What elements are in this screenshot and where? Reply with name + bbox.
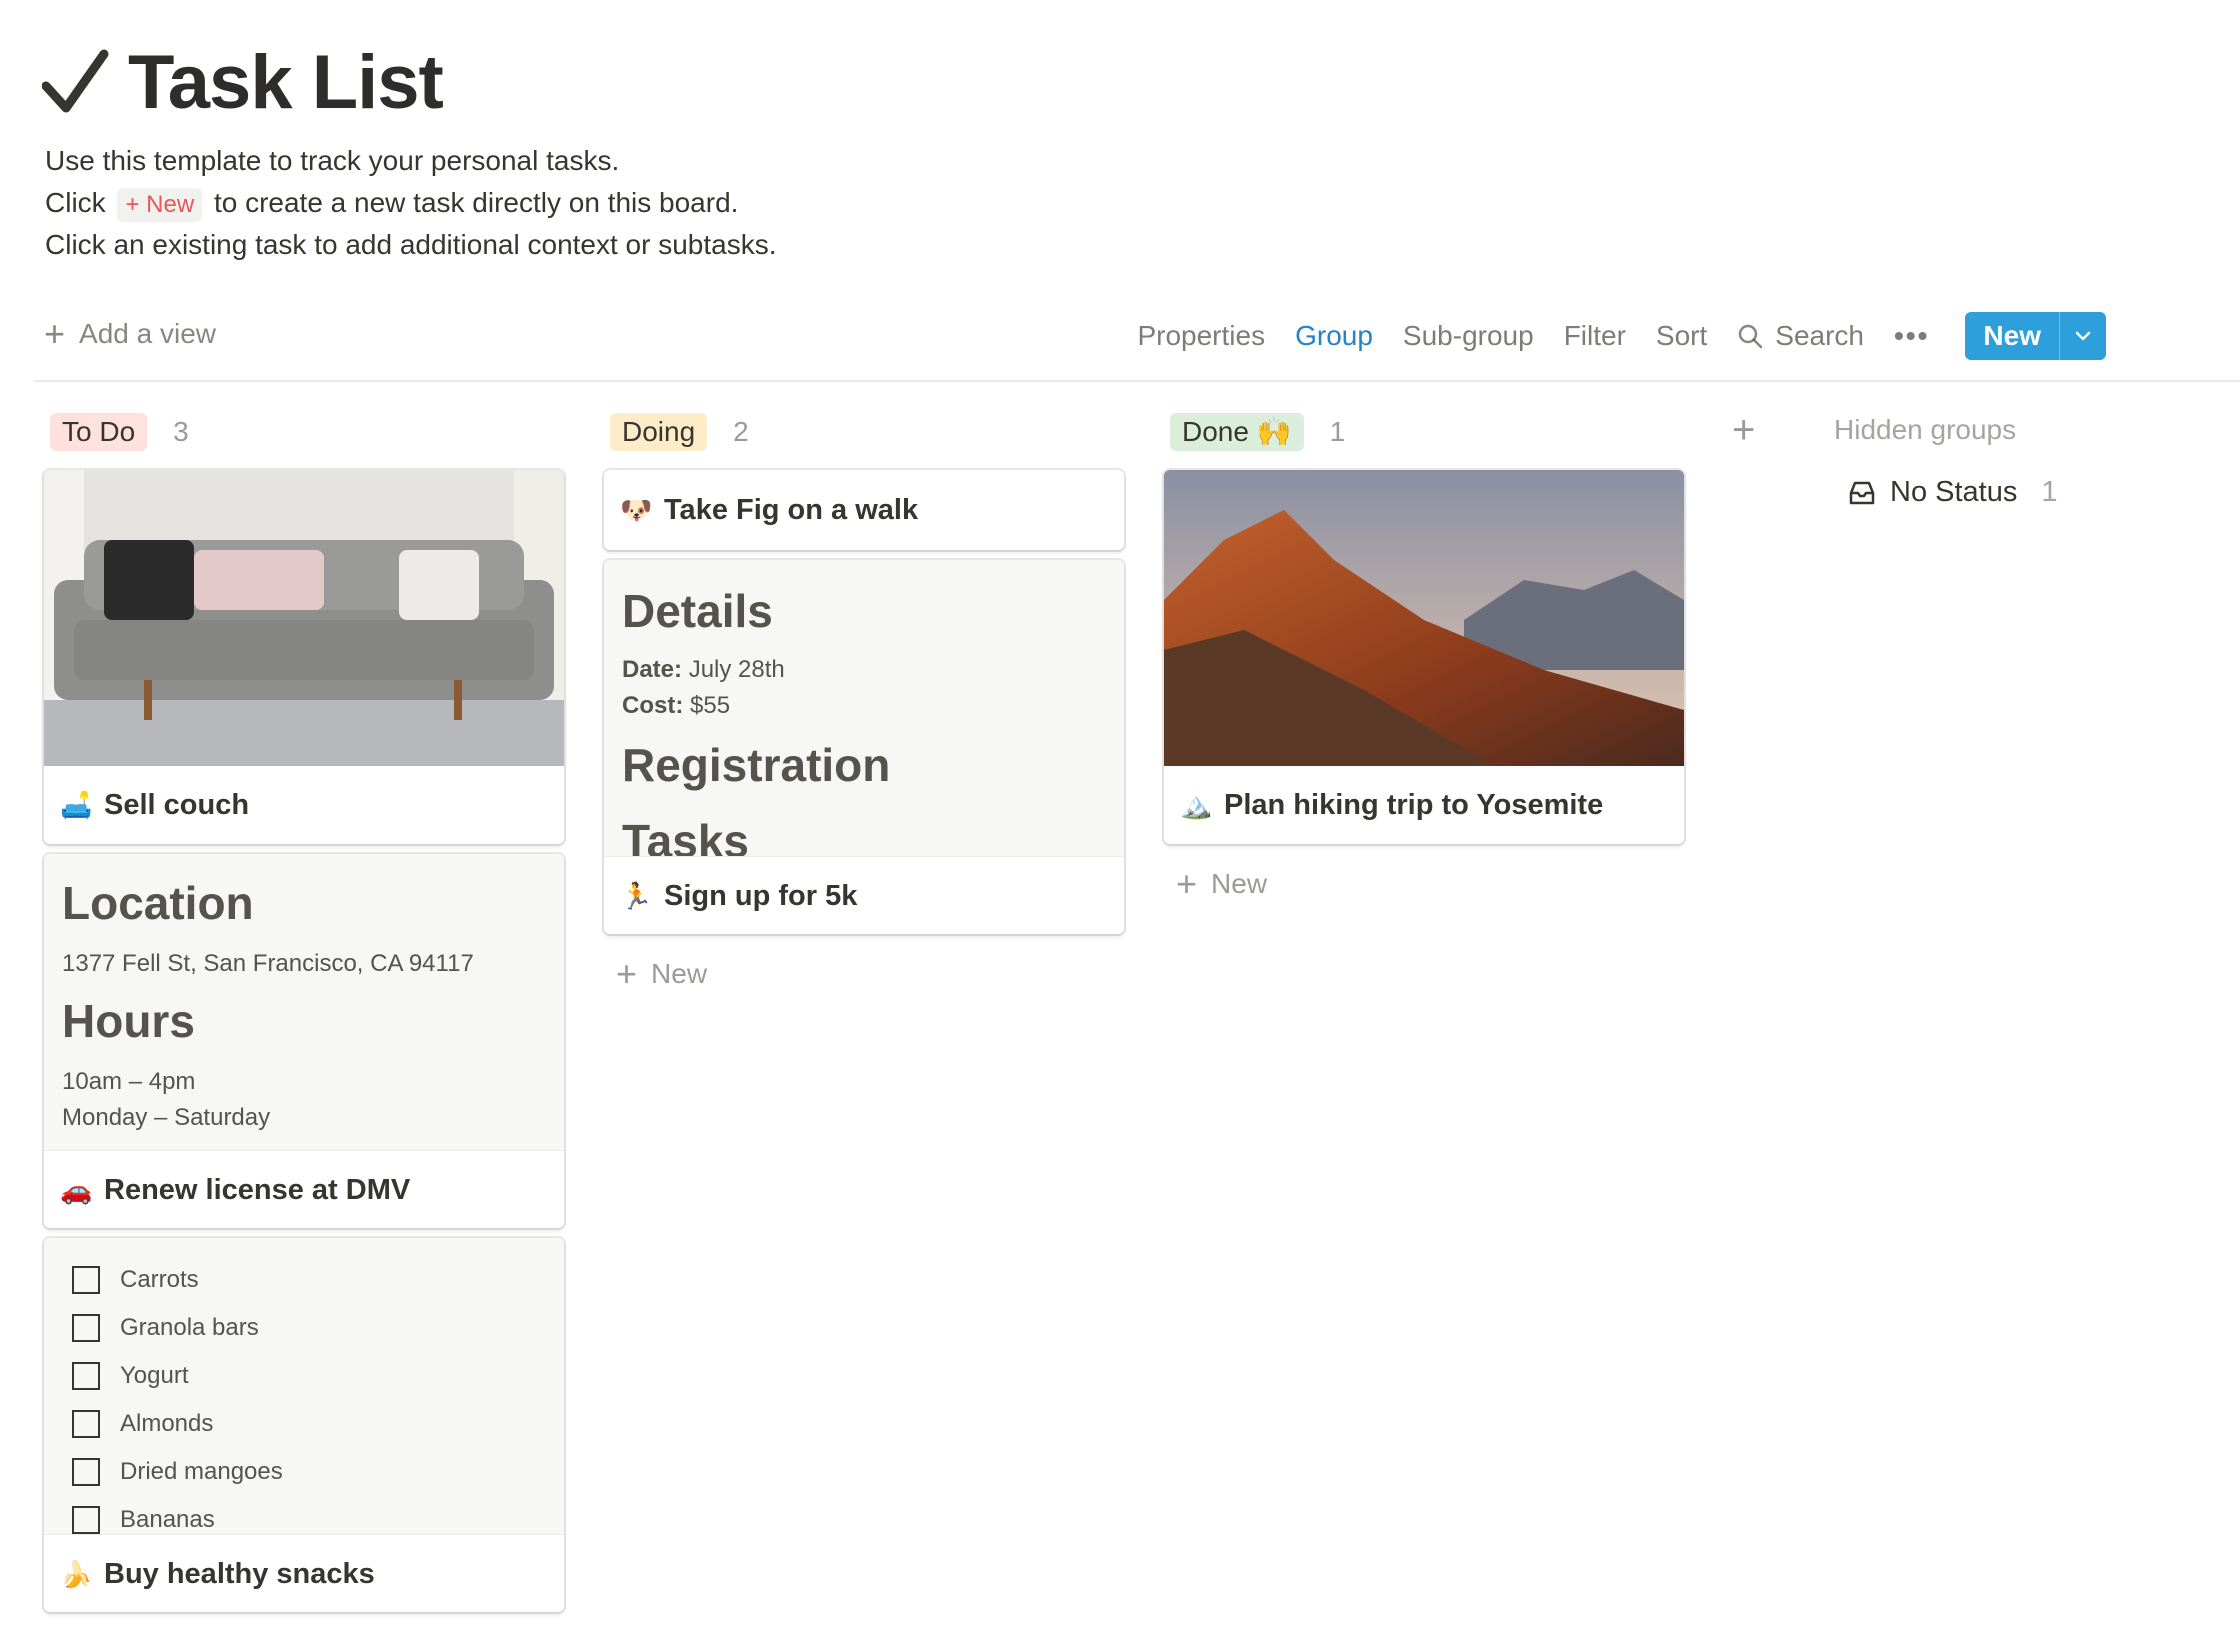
- checklist-item: Bananas: [72, 1496, 564, 1534]
- dog-icon: 🐶: [620, 494, 653, 525]
- card-title: Plan hiking trip to Yosemite: [1224, 788, 1604, 821]
- preview-heading-hours: Hours: [62, 995, 195, 1047]
- page-title: Task List: [128, 39, 444, 125]
- no-status-count: 1: [2041, 476, 2058, 508]
- card-title: Take Fig on a walk: [664, 493, 919, 526]
- card-title-row: 🚗 Renew license at DMV: [44, 1150, 564, 1228]
- preview-hours: 10am – 4pm: [62, 1068, 196, 1095]
- plus-icon: +: [616, 953, 638, 994]
- card-title: Buy healthy snacks: [104, 1557, 375, 1590]
- checkbox: [72, 1506, 100, 1534]
- group-button[interactable]: Group: [1295, 312, 1373, 360]
- hidden-group-no-status[interactable]: No Status 1: [1848, 476, 2057, 509]
- card-title: Sell couch: [104, 788, 250, 821]
- description-line-1: Use this template to track your personal…: [45, 145, 620, 176]
- sub-group-button[interactable]: Sub-group: [1403, 312, 1534, 360]
- card-preview: Location 1377 Fell St, San Francisco, CA…: [44, 854, 564, 1150]
- description-line-3: Click an existing task to add additional…: [45, 229, 777, 260]
- more-options-button[interactable]: •••: [1894, 312, 1929, 360]
- page-header: Task List: [42, 32, 444, 132]
- checkbox: [72, 1458, 100, 1486]
- checkbox: [72, 1410, 100, 1438]
- couch-photo: [44, 470, 564, 766]
- preview-days: Monday – Saturday: [62, 1104, 271, 1131]
- add-new-doing-button[interactable]: + New: [616, 956, 707, 992]
- checkbox: [72, 1314, 100, 1342]
- status-badge-doing: Doing: [610, 413, 708, 451]
- mountain-image: [1164, 470, 1684, 766]
- properties-button[interactable]: Properties: [1137, 312, 1265, 360]
- card-title: Sign up for 5k: [664, 879, 858, 912]
- card-sign-up-5k[interactable]: Details Date: July 28th Cost: $55 Regist…: [604, 560, 1124, 934]
- inbox-icon: [1849, 481, 1875, 504]
- chevron-down-icon: [2075, 331, 2091, 341]
- card-sell-couch[interactable]: 🛋️ Sell couch: [44, 470, 564, 844]
- new-button-group: New: [1965, 312, 2106, 360]
- preview-heading-details: Details: [622, 585, 773, 637]
- column-header-done[interactable]: Done 🙌 1: [1170, 412, 1345, 452]
- checklist-preview: Carrots Granola bars Yogurt Almonds Drie…: [44, 1238, 564, 1534]
- preview-address: 1377 Fell St, San Francisco, CA 94117: [62, 950, 474, 977]
- view-toolbar: Properties Group Sub-group Filter Sort S…: [1107, 312, 2106, 360]
- checklist-item: Granola bars: [72, 1304, 564, 1352]
- preview-heading-tasks: Tasks: [622, 815, 750, 856]
- plus-icon: +: [1732, 408, 1756, 452]
- car-icon: 🚗: [60, 1174, 93, 1205]
- card-buy-snacks[interactable]: Carrots Granola bars Yogurt Almonds Drie…: [44, 1238, 564, 1612]
- card-title-row: 🐶 Take Fig on a walk: [604, 470, 1124, 550]
- checklist-item: Carrots: [72, 1256, 564, 1304]
- checklist-item: Yogurt: [72, 1352, 564, 1400]
- add-new-done-button[interactable]: + New: [1176, 866, 1267, 902]
- add-group-button[interactable]: +: [1732, 408, 1755, 452]
- checkmark-icon: [42, 49, 109, 113]
- inline-new-chip: + New: [117, 188, 203, 222]
- banana-icon: 🍌: [60, 1558, 93, 1589]
- status-badge-todo: To Do: [50, 413, 148, 451]
- page-description: Use this template to track your personal…: [45, 140, 777, 266]
- new-dropdown-button[interactable]: [2059, 312, 2106, 360]
- runner-icon: 🏃: [620, 880, 653, 911]
- mountain-photo: [1164, 470, 1684, 766]
- search-icon: [1739, 324, 1763, 349]
- card-renew-license[interactable]: Location 1377 Fell St, San Francisco, CA…: [44, 854, 564, 1228]
- new-button[interactable]: New: [1965, 312, 2059, 360]
- column-count-doing: 2: [733, 416, 749, 447]
- card-title-row: 🍌 Buy healthy snacks: [44, 1534, 564, 1612]
- plus-icon: +: [1176, 863, 1198, 904]
- mountain-icon: 🏔️: [1180, 789, 1213, 820]
- card-title-row: 🏔️ Plan hiking trip to Yosemite: [1164, 766, 1684, 844]
- preview-date: Date: July 28th: [622, 656, 785, 683]
- preview-heading-location: Location: [62, 877, 254, 929]
- add-view-button[interactable]: + Add a view: [44, 316, 216, 352]
- checkbox: [72, 1362, 100, 1390]
- hidden-groups-label: Hidden groups: [1834, 414, 2017, 445]
- checkbox: [72, 1266, 100, 1294]
- search-label: Search: [1775, 320, 1864, 351]
- filter-button[interactable]: Filter: [1564, 312, 1626, 360]
- card-title-row: 🏃 Sign up for 5k: [604, 856, 1124, 934]
- status-badge-done: Done 🙌: [1170, 413, 1304, 451]
- column-count-todo: 3: [173, 416, 189, 447]
- card-title-row: 🛋️ Sell couch: [44, 766, 564, 844]
- card-title: Renew license at DMV: [104, 1173, 411, 1206]
- plus-icon: +: [44, 313, 66, 354]
- column-header-doing[interactable]: Doing 2: [610, 412, 749, 452]
- checklist-item: Almonds: [72, 1400, 564, 1448]
- couch-image: [44, 470, 564, 766]
- preview-heading-registration: Registration: [622, 739, 891, 791]
- search-button[interactable]: Search: [1737, 312, 1864, 360]
- description-line-2: Click + New to create a new task directl…: [45, 182, 777, 224]
- toolbar-divider: [34, 380, 2240, 382]
- column-count-done: 1: [1329, 416, 1346, 447]
- card-preview: Details Date: July 28th Cost: $55 Regist…: [604, 560, 1124, 856]
- card-take-fig-walk[interactable]: 🐶 Take Fig on a walk: [604, 470, 1124, 550]
- column-header-todo[interactable]: To Do 3: [50, 412, 189, 452]
- preview-cost: Cost: $55: [622, 692, 731, 719]
- checklist-item: Dried mangoes: [72, 1448, 564, 1496]
- sort-button[interactable]: Sort: [1656, 312, 1707, 360]
- couch-icon: 🛋️: [60, 789, 93, 820]
- no-status-label: No Status: [1890, 476, 2018, 508]
- card-plan-hiking[interactable]: 🏔️ Plan hiking trip to Yosemite: [1164, 470, 1684, 844]
- add-view-label: Add a view: [79, 318, 216, 349]
